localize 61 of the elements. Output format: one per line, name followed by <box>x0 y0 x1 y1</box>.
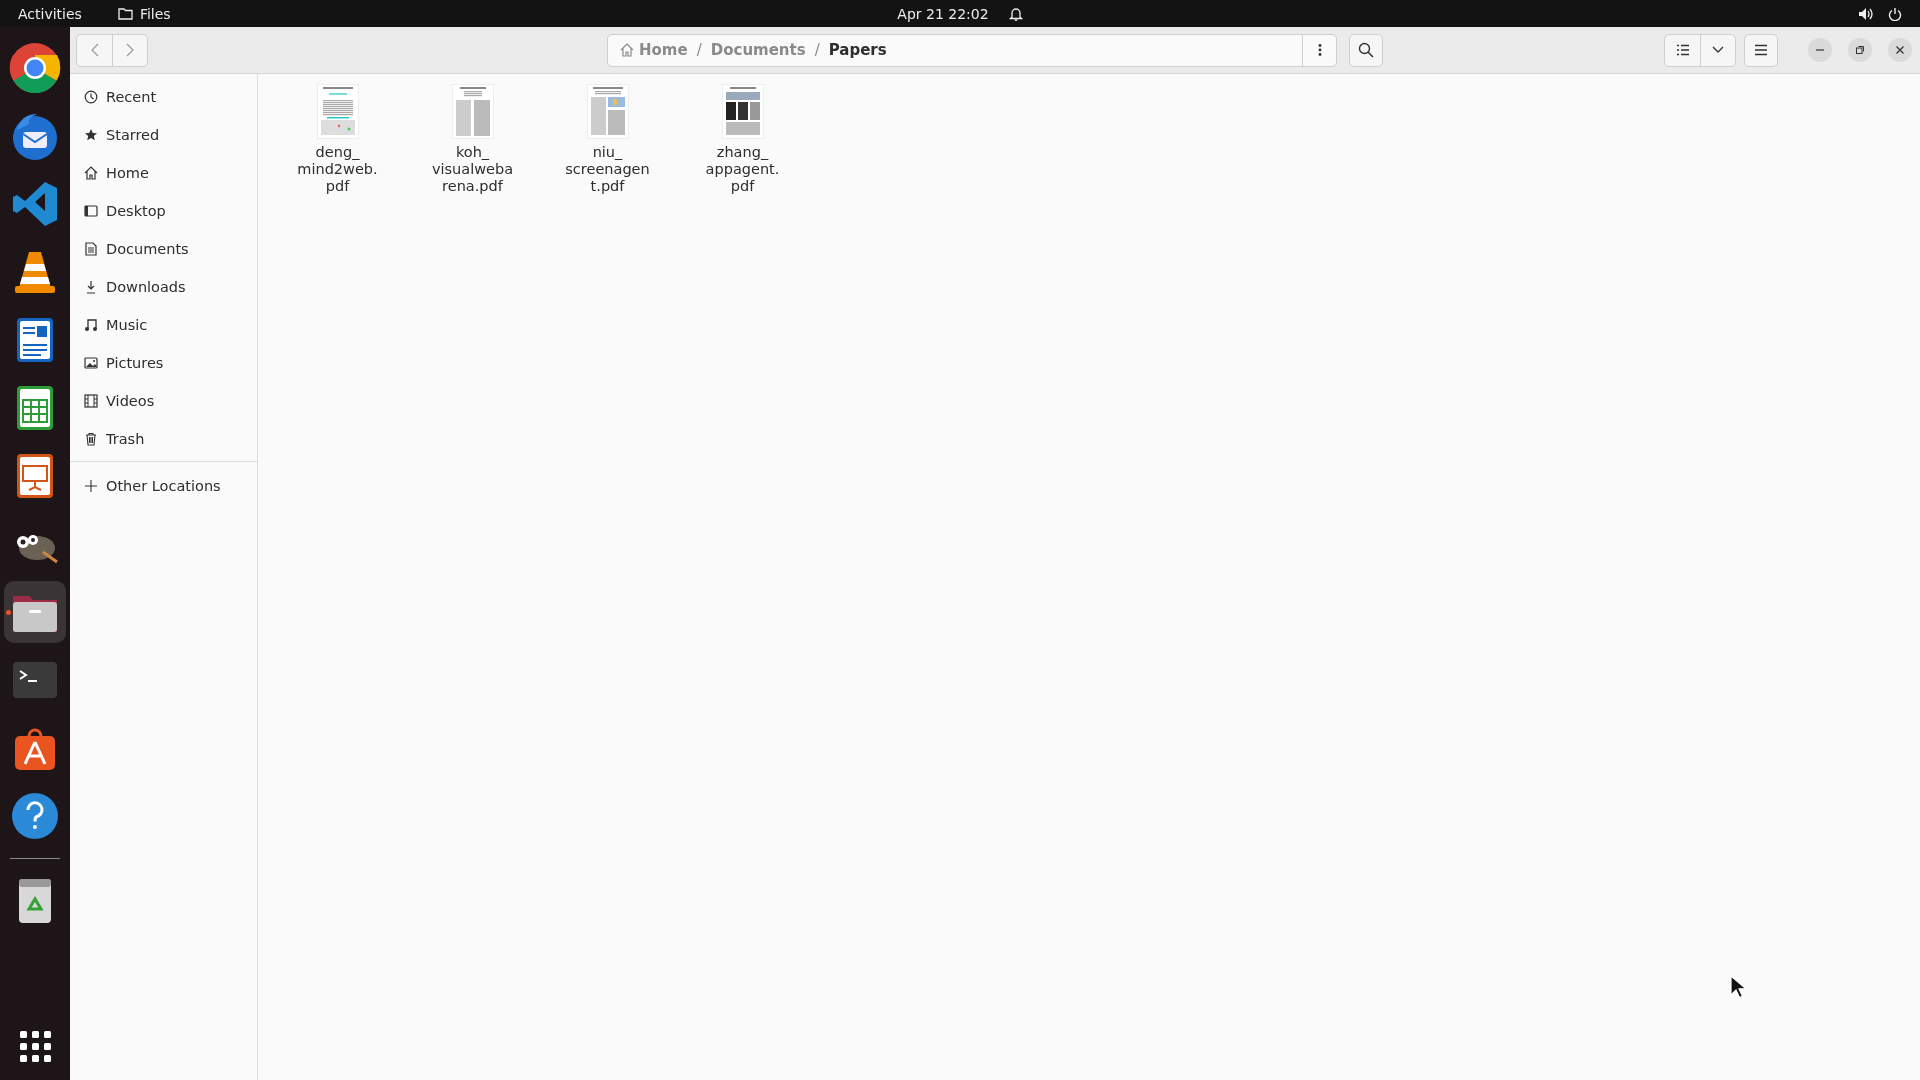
file-name[interactable]: koh_ visualweba rena.pdf <box>431 144 514 195</box>
power-icon[interactable] <box>1888 6 1902 21</box>
restore-button[interactable] <box>1848 38 1872 62</box>
list-view-icon <box>1675 44 1690 56</box>
bell-icon[interactable] <box>1008 6 1023 21</box>
document-icon <box>84 242 98 256</box>
path-separator: / <box>695 41 703 59</box>
folder-icon <box>117 7 133 20</box>
picture-icon <box>84 356 98 370</box>
sidebar-item[interactable]: Pictures <box>70 344 257 382</box>
path-crumb[interactable]: Papers <box>824 41 891 59</box>
path-separator: / <box>813 41 821 59</box>
app-grid-icon[interactable] <box>19 1031 51 1062</box>
desktop-icon <box>84 204 98 218</box>
chevron-down-icon <box>1712 46 1724 54</box>
plus-icon <box>84 479 98 493</box>
star-icon <box>84 128 98 142</box>
search-button[interactable] <box>1349 33 1383 67</box>
download-icon <box>84 280 98 294</box>
close-button[interactable] <box>1888 38 1912 62</box>
app-menu-label[interactable]: Files <box>139 5 171 22</box>
document-thumbnail <box>721 84 764 139</box>
more-options-icon <box>1317 43 1322 57</box>
document-thumbnail <box>586 84 629 139</box>
sidebar-item[interactable]: Videos <box>70 382 257 420</box>
music-note-icon <box>84 318 98 332</box>
forward-icon <box>126 43 134 57</box>
document-thumbnail <box>316 84 359 139</box>
film-icon <box>84 394 98 408</box>
sidebar-item[interactable]: Home <box>70 154 257 192</box>
volume-icon[interactable] <box>1858 6 1874 21</box>
menu-icon <box>1754 44 1768 56</box>
chrome-icon[interactable] <box>9 42 61 94</box>
clock-icon <box>84 90 98 104</box>
file-name[interactable]: deng_ mind2web. pdf <box>297 144 378 195</box>
sidebar-item[interactable]: Documents <box>70 230 257 268</box>
back-icon <box>90 43 99 57</box>
activities-button[interactable]: Activities <box>18 5 82 22</box>
trash-icon <box>84 432 98 446</box>
sidebar-item[interactable]: Downloads <box>70 268 257 306</box>
sidebar-item[interactable]: Music <box>70 306 257 344</box>
home-icon <box>620 43 634 57</box>
sidebar-item[interactable]: Recent <box>70 78 257 116</box>
sidebar-item[interactable]: Starred <box>70 116 257 154</box>
running-indicator <box>6 610 11 615</box>
search-icon <box>1358 42 1374 58</box>
home-icon <box>84 166 98 180</box>
mouse-pointer-icon <box>1730 975 1746 999</box>
document-thumbnail <box>451 84 494 139</box>
sidebar-item[interactable]: Trash <box>70 420 257 458</box>
file-name[interactable]: niu_ screenagen t.pdf <box>565 144 650 195</box>
minimize-icon <box>1816 49 1824 51</box>
file-name[interactable]: zhang_ appagent. pdf <box>705 144 780 195</box>
sidebar-item[interactable]: Other Locations <box>70 467 257 505</box>
minimize-button[interactable] <box>1808 38 1832 62</box>
help-icon[interactable] <box>9 790 61 842</box>
sidebar-item[interactable]: Desktop <box>70 192 257 230</box>
clock[interactable]: Apr 21 22:02 <box>897 5 989 22</box>
close-icon <box>1895 45 1905 55</box>
menu-button[interactable] <box>1744 33 1778 67</box>
restore-icon <box>1855 45 1865 55</box>
